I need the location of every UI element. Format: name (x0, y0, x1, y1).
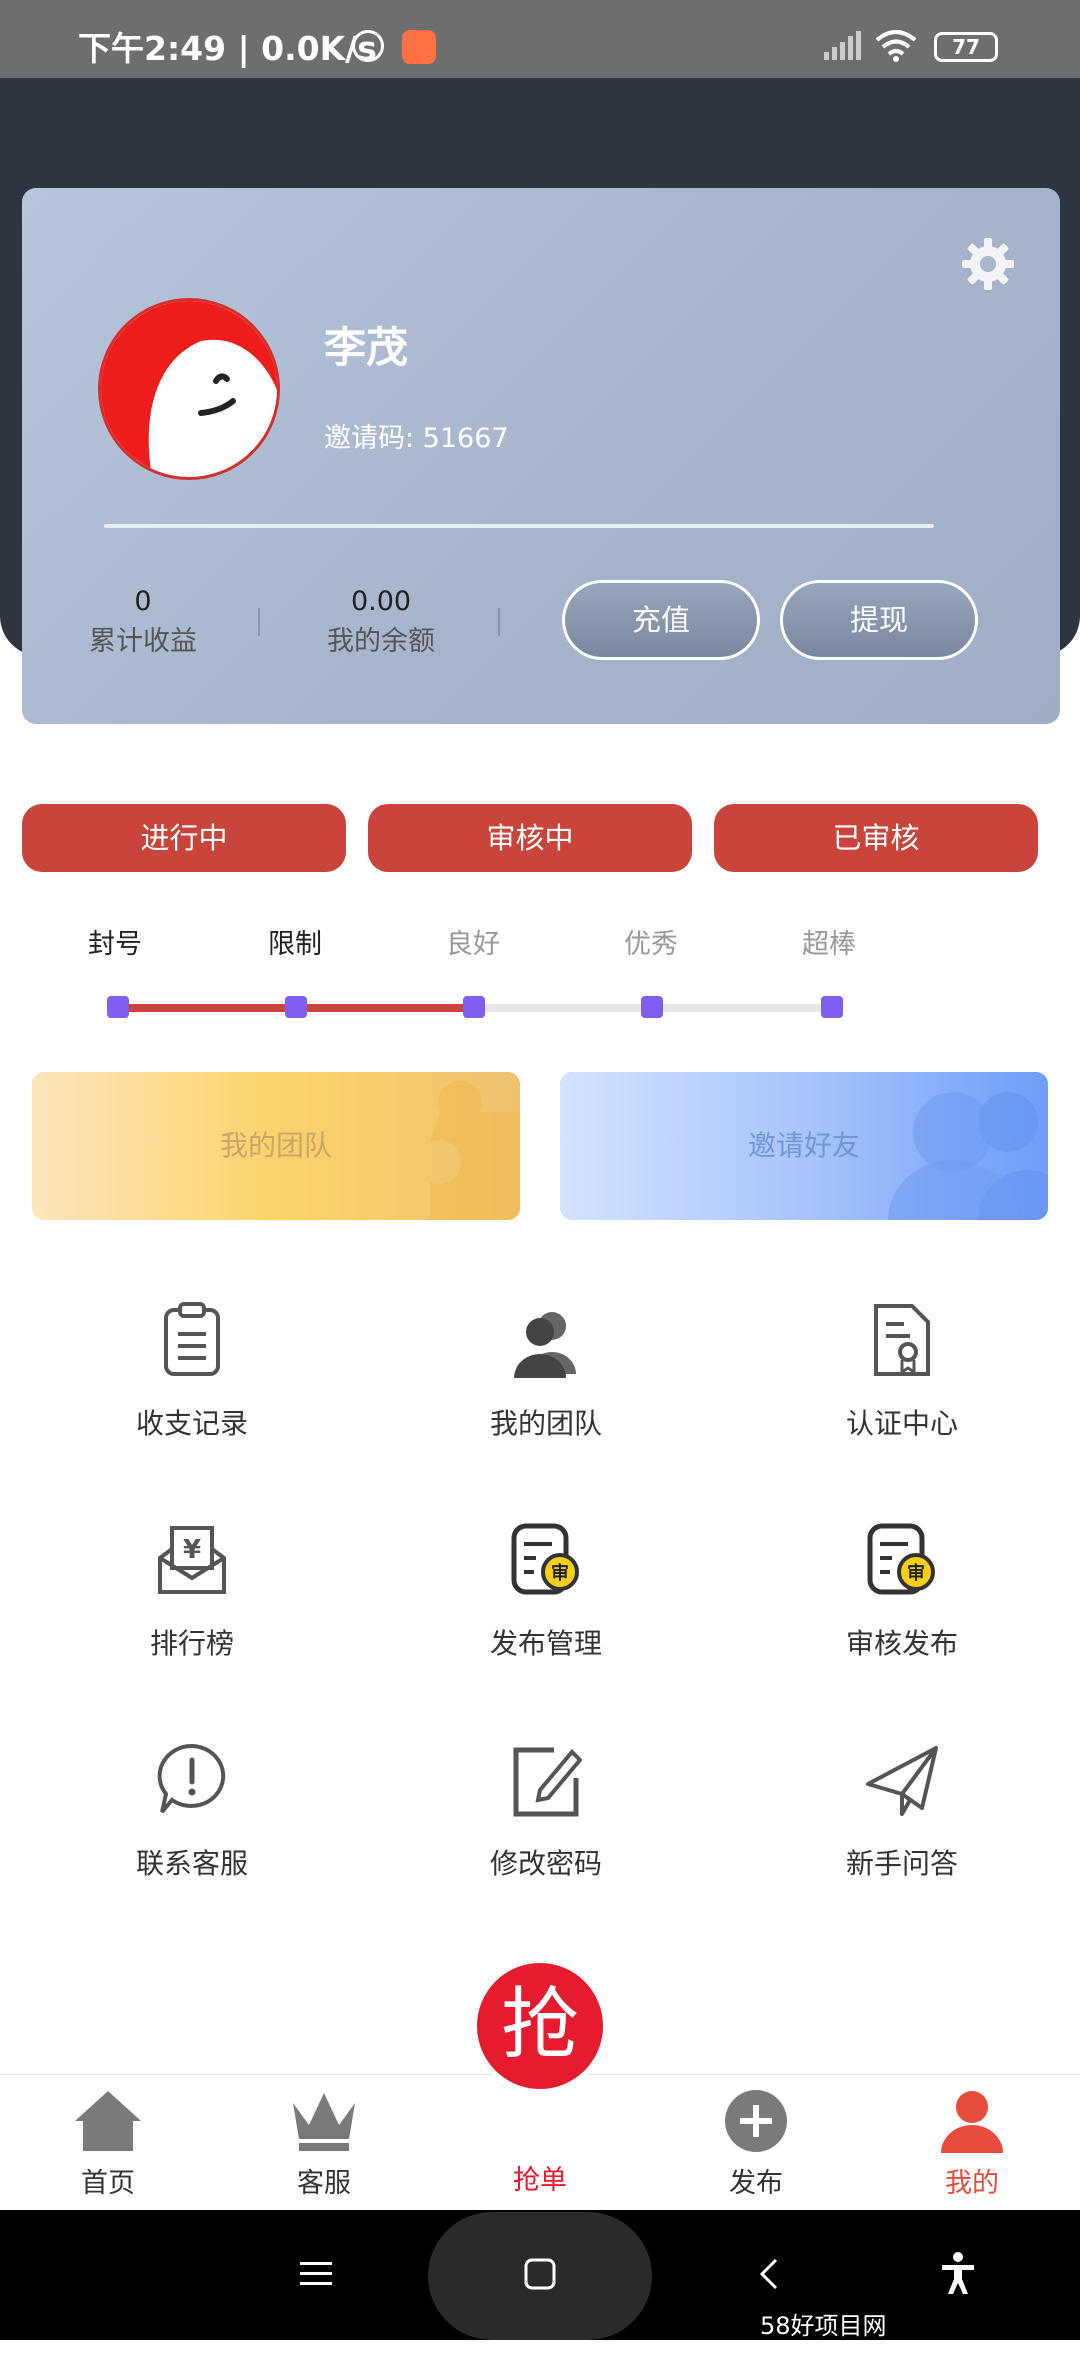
signal-icon (824, 31, 861, 60)
stat-separator (498, 608, 500, 636)
grid-item-label: 排行榜 (149, 1627, 234, 1660)
grid-item-leaderboard[interactable]: ¥ 排行榜 (42, 1522, 342, 1662)
app-notification-icon (402, 30, 436, 64)
svg-text:¥: ¥ (183, 1535, 201, 1565)
tab-under-review[interactable]: 审核中 (368, 804, 692, 872)
level-label-banned: 封号 (88, 929, 142, 960)
avatar-ghost-icon (101, 301, 277, 477)
avatar[interactable] (98, 298, 280, 480)
my-team-banner[interactable]: 我的团队 (32, 1072, 520, 1220)
plus-circle-icon (725, 2090, 787, 2152)
recharge-button[interactable]: 充值 (562, 580, 760, 660)
yuan-envelope-icon: ¥ (158, 1526, 226, 1594)
battery-indicator: 77 (934, 32, 998, 62)
user-name: 李茂 (324, 323, 409, 372)
invite-friends-banner-label: 邀请好友 (747, 1129, 860, 1162)
grid-item-label: 我的团队 (489, 1407, 602, 1440)
grab-order-label: 抢单 (513, 2165, 567, 2196)
certificate-icon (874, 1304, 930, 1376)
user-icon (941, 2091, 1003, 2153)
grid-item-label: 认证中心 (845, 1407, 958, 1440)
level-dot (821, 996, 843, 1018)
stat-label: 我的余额 (327, 626, 435, 657)
accessibility-icon[interactable] (940, 2252, 976, 2296)
home-square-icon[interactable] (522, 2256, 558, 2292)
nav-mine[interactable]: 我的 (902, 2089, 1042, 2200)
grid-item-label: 收支记录 (135, 1407, 248, 1440)
tab-reviewed[interactable]: 已审核 (714, 804, 1038, 872)
profile-card: 李茂 邀请码: 51667 0 累计收益 0.00 我的余额 充值 提现 (22, 188, 1060, 724)
clipboard-icon (164, 1302, 220, 1376)
back-icon[interactable] (752, 2256, 788, 2292)
nav-label: 发布 (729, 2168, 783, 2199)
wifi-icon (875, 30, 917, 62)
nav-publish[interactable]: 发布 (686, 2089, 826, 2200)
alarm-icon (352, 30, 384, 62)
grid-item-contact-support[interactable]: 联系客服 (42, 1742, 342, 1882)
status-bar: 下午2:49 | 0.0K/s 77 (0, 0, 1080, 78)
home-icon (75, 2091, 141, 2151)
stat-label: 累计收益 (89, 626, 197, 657)
my-team-banner-label: 我的团队 (219, 1129, 332, 1162)
grid-item-label: 新手问答 (845, 1847, 958, 1880)
stat-value: 0 (134, 586, 152, 617)
grid-item-transactions[interactable]: 收支记录 (42, 1302, 342, 1442)
stat-separator (258, 608, 260, 636)
level-label-good: 良好 (446, 929, 500, 960)
paper-plane-icon (866, 1746, 938, 1816)
level-dot (107, 996, 129, 1018)
profile-divider (104, 524, 934, 528)
level-dot (641, 996, 663, 1018)
grab-order-button[interactable]: 抢 (472, 1958, 608, 2094)
status-time: 下午2:49 | 0.0K/s (78, 29, 377, 68)
grid-item-label: 发布管理 (489, 1627, 602, 1660)
grid-item-my-team[interactable]: 我的团队 (396, 1302, 696, 1442)
grid-item-label: 联系客服 (135, 1847, 248, 1880)
review-document-icon: 审 (867, 1523, 935, 1595)
nav-label: 首页 (81, 2168, 135, 2199)
stat-total-earnings: 0 累计收益 (62, 586, 224, 658)
nav-home[interactable]: 首页 (38, 2089, 178, 2200)
people-icon (888, 1092, 1048, 1220)
level-dot (285, 996, 307, 1018)
grid-item-review-publish[interactable]: 审 审核发布 (752, 1522, 1052, 1662)
team-icon (514, 1312, 576, 1378)
review-document-icon: 审 (511, 1523, 579, 1595)
grid-item-label: 修改密码 (489, 1847, 602, 1880)
grid-item-publish-management[interactable]: 审 发布管理 (396, 1522, 696, 1662)
nav-label: 客服 (297, 2168, 351, 2199)
stat-balance: 0.00 我的余额 (300, 586, 462, 658)
grid-item-label: 审核发布 (845, 1627, 958, 1660)
stat-value: 0.00 (350, 586, 412, 617)
settings-gear-icon[interactable] (960, 236, 1016, 292)
level-label-awesome: 超棒 (802, 929, 856, 960)
chat-alert-icon (157, 1743, 226, 1814)
nav-service[interactable]: 客服 (254, 2089, 394, 2200)
svg-text:审: 审 (907, 1562, 925, 1584)
svg-text:审: 审 (551, 1562, 569, 1584)
menu-icon[interactable] (298, 2256, 334, 2292)
tab-in-progress[interactable]: 进行中 (22, 804, 346, 872)
edit-icon (513, 1747, 583, 1817)
crown-icon (293, 2093, 355, 2151)
withdraw-button[interactable]: 提现 (780, 580, 978, 660)
grid-item-beginner-faq[interactable]: 新手问答 (752, 1742, 1052, 1882)
invite-code: 邀请码: 51667 (324, 423, 509, 454)
level-label-restricted: 限制 (268, 929, 322, 960)
invite-friends-banner[interactable]: 邀请好友 (560, 1072, 1048, 1220)
puzzle-icon (430, 1080, 520, 1220)
grid-item-certification[interactable]: 认证中心 (752, 1302, 1052, 1442)
nav-label: 我的 (945, 2168, 999, 2199)
level-dot (463, 996, 485, 1018)
watermark-text: 58好项目网www.58hxm.com (760, 2312, 967, 2369)
grid-item-change-password[interactable]: 修改密码 (396, 1742, 696, 1882)
level-label-excellent: 优秀 (624, 929, 678, 960)
